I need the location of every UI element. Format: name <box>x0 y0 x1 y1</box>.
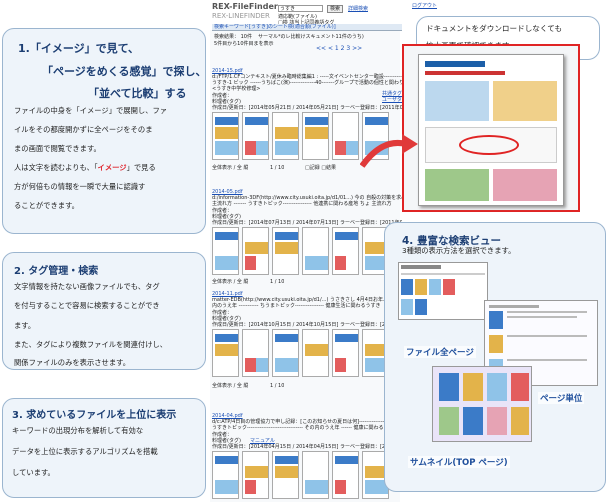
page-thumbnail[interactable] <box>212 227 239 275</box>
panel2-body-2: を付与することで容易に検索することができ <box>14 301 160 310</box>
panel1-title-1: 1.「イメージ」で見て、 <box>18 42 140 55</box>
app-logo: REX-FileFinder <box>212 2 278 11</box>
view-mode-label[interactable]: 全体表示 / 全 縦 <box>212 382 248 390</box>
thumbnail-strip <box>212 227 392 275</box>
search-input-value: うすき <box>280 6 296 12</box>
panel3-body-3: しています。 <box>12 468 55 477</box>
page-indicator: 1 / 10 <box>270 383 285 389</box>
page-thumbnail[interactable] <box>212 329 239 377</box>
label-all-pages: ファイル全ページ <box>404 346 476 358</box>
search-input[interactable]: うすき <box>278 5 323 12</box>
page-thumbnail[interactable] <box>242 112 269 160</box>
panel1-body-6: ることができます。 <box>14 201 79 210</box>
page-thumbnail[interactable] <box>242 329 269 377</box>
pager[interactable]: << < 1 2 3 >> <box>316 45 362 53</box>
result-snippet: うすきトピック------------------------------- そ… <box>212 425 402 431</box>
label-thumbnail: サムネイル(TOP ページ) <box>408 456 510 468</box>
panel1-body-3: まの画面で閲覧できます。 <box>14 144 101 153</box>
record-checkbox[interactable]: □記録 □結果 <box>305 164 336 172</box>
panel1-title-2: 「ページをめくる感覚」で探し、 <box>42 65 207 78</box>
view-mode-label[interactable]: 全体表示 / 全 縦 <box>212 164 248 172</box>
page-thumbnail[interactable] <box>302 227 329 275</box>
thumbnail-strip <box>212 451 392 499</box>
page-info: 5件目から10件目まを表示 <box>214 41 274 47</box>
page-thumbnail[interactable] <box>332 112 359 160</box>
result-dates: 作成日/更新日：[2014年05月21日 / 2014年05月21日] ラーベー… <box>212 105 402 111</box>
panel1-body-2: イルをその都度開かずに全ページをそのま <box>14 125 153 134</box>
page-thumbnail[interactable] <box>272 112 299 160</box>
panel2-body-5: 関係ファイルのみを表示させます。 <box>14 358 131 367</box>
search-button[interactable]: 検索 <box>327 5 344 13</box>
curved-arrow-icon <box>360 134 418 168</box>
panel3-body-2: データを上位に表示するアルゴリズムを搭載 <box>12 447 158 456</box>
view-mockup-thumbnail <box>432 366 532 442</box>
callout-line-1: ドキュメントをダウンロードしなくても <box>426 24 563 33</box>
tab-bar-label[interactable]: 検索キーワード[うすき]のシート検(適合順(ファイル)] <box>212 24 402 31</box>
page-thumbnail[interactable] <box>242 451 269 499</box>
label-page-unit: ページ単位 <box>538 392 585 404</box>
panel1-title-3: 「並べて比較」する <box>88 87 187 100</box>
detail-search-link[interactable]: 詳細検索 <box>348 5 368 13</box>
page-thumbnail[interactable] <box>272 329 299 377</box>
page-thumbnail[interactable] <box>332 329 359 377</box>
result-snippet: 内のうえ年 ----------- ちうまトピック---------------… <box>212 303 381 309</box>
result-dates: 作成日/更新日：[2014年10月15日 / 2014年10月15日] ラーベー… <box>212 322 402 328</box>
result-dates: 作成日/更新日：[2014年07月13日 / 2014年07月13日] ラーベー… <box>212 220 402 226</box>
panel2-body-3: ます。 <box>14 321 36 330</box>
panel3-body-1: キーワードの出現分布を解析して有効な <box>12 426 144 435</box>
panel2-body-4: また、タグにより複数ファイルを関連付けし、 <box>14 340 168 349</box>
page-thumbnail[interactable] <box>272 451 299 499</box>
view-mode-label[interactable]: 全体表示 / 全 縦 <box>212 278 248 286</box>
thumbnail-strip <box>212 329 392 377</box>
page-thumbnail[interactable] <box>302 112 329 160</box>
panel3-title: 3. 求めているファイルを上位に表示 <box>12 410 177 421</box>
page-indicator: 1 / 10 <box>270 279 285 285</box>
result-dates: 作成日/更新日：[2014年04月15日 / 2014年04月15日] ラーベー… <box>212 444 402 450</box>
page-thumbnail[interactable] <box>332 451 359 499</box>
result-snippet: 主流れ方 ------- うすきトピック---------------- 他連携… <box>212 201 392 207</box>
page-thumbnail[interactable] <box>272 227 299 275</box>
panel1-body-1: ファイルの中身を「イメージ」で展開し、ファ <box>14 106 168 115</box>
page-thumbnail[interactable] <box>242 227 269 275</box>
sort-label: サーマル*のレ比較けスキュメント11件のうち) <box>258 34 364 40</box>
panel2-title: 2. タグ管理・検索 <box>14 266 99 277</box>
page-indicator: 1 / 10 <box>270 165 285 171</box>
page-thumbnail[interactable] <box>332 227 359 275</box>
page-thumbnail[interactable] <box>302 329 329 377</box>
panel4-subtitle: 3種類の表示方法を選択できます。 <box>402 246 516 255</box>
logout-link[interactable]: ログアウト <box>412 2 437 10</box>
page-thumbnail[interactable] <box>212 451 239 499</box>
panel2-body-1: 文字情報を持たない画像ファイルでも、タグ <box>14 282 160 291</box>
result-tab-bar: 検索キーワード[うすき]のシート検(適合順(ファイル)] <box>212 24 402 31</box>
panel1-body-5: 方が何倍もの情報を一瞬で大量に認識す <box>14 182 146 191</box>
panel1-body-4: 人は文字を読むよりも、「イメージ」で見る <box>14 163 156 172</box>
app-logo-sub: REX-LINEFINDER <box>212 12 270 20</box>
page-thumbnail[interactable] <box>302 451 329 499</box>
page-thumbnail[interactable] <box>212 112 239 160</box>
view-mockup-all-pages <box>398 262 488 320</box>
enlarged-preview-page[interactable] <box>418 54 564 206</box>
